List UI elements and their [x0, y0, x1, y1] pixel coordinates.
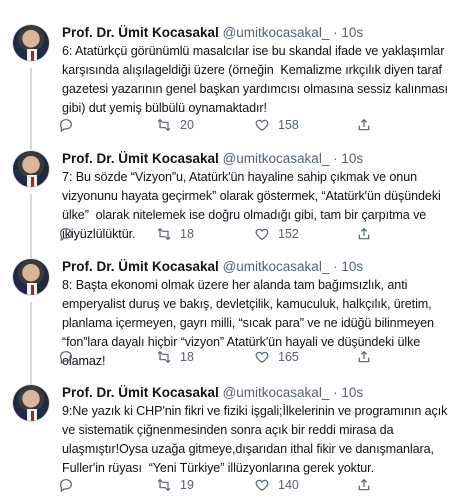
tweet-timestamp[interactable]: 10s: [341, 385, 363, 400]
author-name[interactable]: Prof. Dr. Ümit Kocasakal: [62, 259, 219, 274]
like-button[interactable]: 140: [254, 477, 299, 493]
share-button[interactable]: [356, 477, 372, 493]
heart-icon: [255, 119, 269, 132]
like-button[interactable]: 152: [254, 226, 299, 242]
author-name[interactable]: Prof. Dr. Ümit Kocasakal: [62, 25, 219, 40]
thread-connector-line: [30, 194, 32, 268]
tweet-text: 9:Ne yazık ki CHP'nin fikri ve fiziki iş…: [62, 404, 451, 475]
share-icon: [358, 478, 370, 491]
share-icon: [358, 350, 370, 363]
retweet-count: 19: [180, 478, 194, 492]
heart-icon: [255, 479, 269, 492]
avatar[interactable]: [12, 384, 50, 422]
reply-icon: [60, 351, 72, 365]
retweet-button[interactable]: 19: [156, 477, 200, 493]
tweet-header: Prof. Dr. Ümit Kocasakal @umitkocasakal_…: [62, 385, 363, 400]
retweet-icon: [157, 118, 171, 132]
share-button[interactable]: [356, 226, 372, 242]
retweet-count: 20: [180, 118, 194, 132]
tweet-timestamp[interactable]: 10s: [341, 151, 363, 166]
share-icon: [358, 227, 370, 240]
share-icon: [358, 118, 370, 131]
reply-icon: [60, 228, 72, 242]
retweet-icon: [157, 227, 171, 241]
author-handle[interactable]: @umitkocasakal_: [223, 25, 330, 40]
avatar[interactable]: [12, 24, 50, 62]
reply-button[interactable]: [58, 117, 102, 133]
tweet-header: Prof. Dr. Ümit Kocasakal @umitkocasakal_…: [62, 259, 363, 274]
author-name[interactable]: Prof. Dr. Ümit Kocasakal: [62, 385, 219, 400]
retweet-icon: [157, 350, 171, 364]
retweet-count: 18: [180, 350, 194, 364]
tweet-actions: 18 165: [58, 349, 458, 367]
avatar[interactable]: [12, 150, 50, 188]
like-count: 165: [278, 350, 299, 364]
tweet-actions: 20 158: [58, 117, 458, 135]
reply-icon: [60, 479, 72, 493]
retweet-button[interactable]: 18: [156, 226, 200, 242]
retweet-button[interactable]: 18: [156, 349, 200, 365]
author-handle[interactable]: @umitkocasakal_: [223, 151, 330, 166]
like-count: 158: [278, 118, 299, 132]
retweet-icon: [157, 478, 171, 492]
author-name[interactable]: Prof. Dr. Ümit Kocasakal: [62, 151, 219, 166]
reply-icon: [60, 119, 72, 133]
separator-dot: ·: [333, 385, 338, 400]
heart-icon: [255, 228, 269, 241]
share-button[interactable]: [356, 349, 372, 365]
tweet-actions: 19 140: [58, 477, 458, 495]
avatar[interactable]: [12, 258, 50, 296]
retweet-count: 18: [180, 227, 194, 241]
tweet-text: 6: Atatürkçü görünümlü masalcılar ise bu…: [62, 44, 452, 115]
like-button[interactable]: 158: [254, 117, 299, 133]
retweet-button[interactable]: 20: [156, 117, 200, 133]
separator-dot: ·: [333, 151, 338, 166]
author-handle[interactable]: @umitkocasakal_: [223, 385, 330, 400]
tweet-thread: Prof. Dr. Ümit Kocasakal @umitkocasakal_…: [0, 0, 472, 500]
tweet-timestamp[interactable]: 10s: [341, 259, 363, 274]
heart-icon: [255, 351, 269, 364]
reply-button[interactable]: [58, 477, 102, 493]
tweet-actions: 18 152: [58, 226, 458, 244]
author-handle[interactable]: @umitkocasakal_: [223, 259, 330, 274]
separator-dot: ·: [333, 259, 338, 274]
tweet-header: Prof. Dr. Ümit Kocasakal @umitkocasakal_…: [62, 151, 363, 166]
separator-dot: ·: [333, 25, 338, 40]
like-count: 140: [278, 478, 299, 492]
share-button[interactable]: [356, 117, 372, 133]
like-count: 152: [278, 227, 299, 241]
tweet-header: Prof. Dr. Ümit Kocasakal @umitkocasakal_…: [62, 25, 363, 40]
like-button[interactable]: 165: [254, 349, 299, 365]
tweet-timestamp[interactable]: 10s: [341, 25, 363, 40]
thread-connector-line: [30, 302, 32, 390]
reply-button[interactable]: [58, 226, 102, 242]
reply-button[interactable]: [58, 349, 102, 365]
